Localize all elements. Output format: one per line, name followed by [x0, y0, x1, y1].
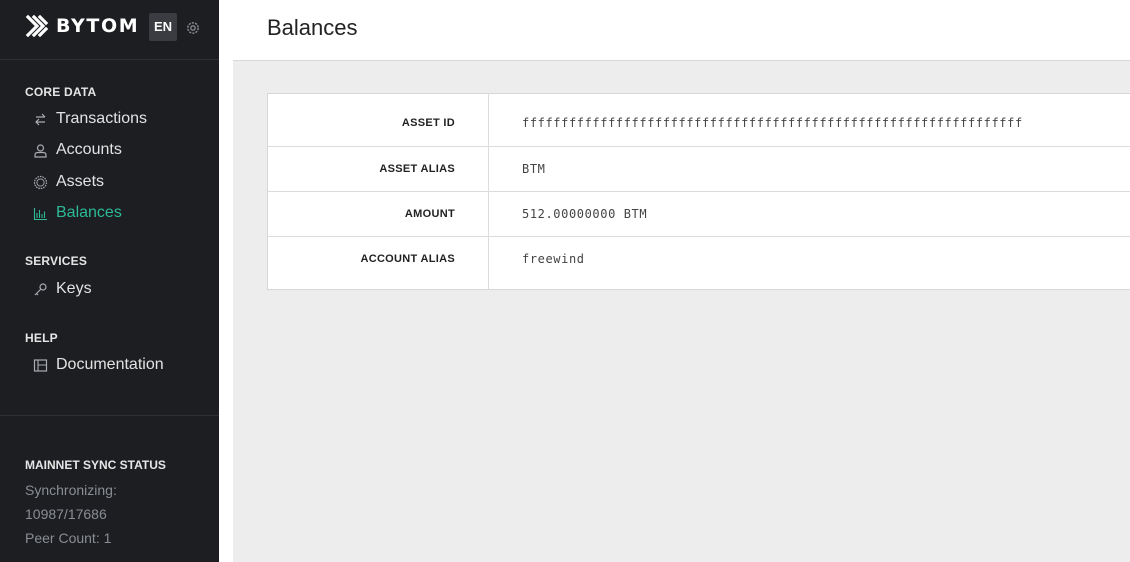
sidebar-item-transactions[interactable]: Transactions	[33, 108, 147, 130]
detail-label: ACCOUNT ALIAS	[268, 237, 489, 289]
language-button[interactable]: EN	[149, 13, 177, 41]
document-icon	[33, 358, 48, 372]
detail-row-account-alias: ACCOUNT ALIAS freewind	[268, 237, 1130, 289]
sidebar-item-label: Keys	[56, 280, 92, 297]
sidebar-item-label: Balances	[56, 204, 122, 221]
sidebar-item-documentation[interactable]: Documentation	[33, 354, 164, 376]
detail-value: 512.00000000 BTM	[522, 207, 648, 221]
sidebar-item-label: Transactions	[56, 110, 147, 127]
detail-row-asset-id: ASSET ID fffffffffffffffffffffffffffffff…	[268, 94, 1130, 147]
detail-label: ASSET ALIAS	[268, 147, 489, 191]
bar-chart-icon	[33, 207, 47, 220]
brand-bar: BYTOM EN	[0, 0, 219, 60]
detail-row-amount: AMOUNT 512.00000000 BTM	[268, 192, 1130, 237]
sidebar-item-keys[interactable]: Keys	[33, 278, 92, 300]
section-title-services: SERVICES	[25, 254, 88, 268]
balance-detail-table: ASSET ID fffffffffffffffffffffffffffffff…	[267, 93, 1130, 290]
detail-label: AMOUNT	[268, 192, 489, 236]
sidebar-item-label: Documentation	[56, 356, 164, 373]
content-edge	[219, 0, 233, 562]
section-title-core-data: CORE DATA	[25, 85, 97, 99]
key-icon	[34, 282, 47, 295]
sidebar-item-accounts[interactable]: Accounts	[33, 139, 122, 161]
sidebar-item-label: Assets	[56, 173, 105, 190]
transactions-icon	[35, 113, 46, 125]
brand-name[interactable]: BYTOM	[56, 15, 139, 37]
detail-value: ffffffffffffffffffffffffffffffffffffffff…	[522, 116, 1023, 130]
detail-label: ASSET ID	[268, 94, 489, 146]
sidebar-item-assets[interactable]: Assets	[33, 171, 104, 193]
asset-circle-icon	[33, 175, 48, 189]
sidebar-divider	[0, 415, 219, 416]
sidebar-item-balances[interactable]: Balances	[33, 202, 122, 224]
bytom-logo-icon[interactable]	[25, 14, 49, 40]
detail-value: freewind	[522, 252, 585, 266]
sidebar-item-label: Accounts	[56, 141, 122, 158]
gear-icon[interactable]	[185, 20, 201, 36]
sync-status-title: MAINNET SYNC STATUS	[25, 458, 166, 472]
sync-status-text: Synchronizing:	[25, 482, 117, 498]
peer-count: Peer Count: 1	[25, 530, 112, 546]
sidebar: BYTOM EN CORE DATA Transactions Accounts…	[0, 0, 219, 562]
detail-row-asset-alias: ASSET ALIAS BTM	[268, 147, 1130, 192]
page-header: Balances	[233, 0, 1130, 61]
page-title: Balances	[267, 15, 358, 40]
section-title-help: HELP	[25, 331, 58, 345]
sync-progress: 10987/17686	[25, 506, 107, 522]
user-icon	[34, 143, 47, 158]
detail-value: BTM	[522, 162, 546, 176]
main-content: Balances ASSET ID ffffffffffffffffffffff…	[219, 0, 1130, 562]
